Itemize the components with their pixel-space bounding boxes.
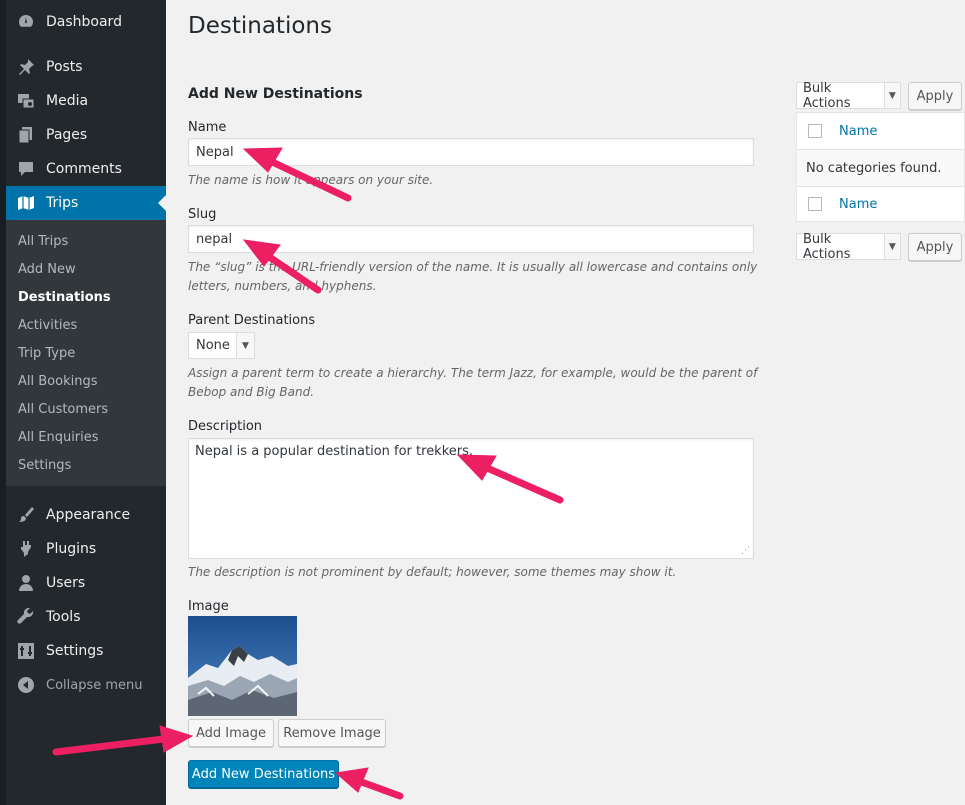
sidebar-item-label: Plugins	[46, 541, 97, 557]
sidebar-item-label: Trips	[46, 195, 79, 211]
chevron-down-icon: ▼	[883, 234, 900, 259]
add-term-heading: Add New Destinations	[188, 86, 363, 102]
submenu-item-all-customers[interactable]: All Customers	[18, 402, 108, 417]
trips-submenu: All Trips Add New Destinations Activitie…	[6, 220, 166, 486]
resize-handle-icon[interactable]: ⋰	[741, 546, 751, 556]
sidebar-item-label: Users	[46, 575, 86, 591]
pages-icon	[16, 125, 36, 145]
sidebar-item-label: Posts	[46, 59, 83, 75]
sidebar-item-comments[interactable]: Comments	[6, 152, 166, 186]
submenu-item-all-bookings[interactable]: All Bookings	[18, 374, 97, 389]
apply-button-top[interactable]: Apply	[908, 82, 962, 110]
brush-icon	[16, 505, 36, 525]
sidebar-item-dashboard[interactable]: Dashboard	[6, 5, 166, 39]
name-label: Name	[188, 120, 227, 135]
page-title: Destinations	[188, 13, 332, 39]
terms-table: Name No categories found. Name	[796, 112, 965, 222]
column-footer-name[interactable]: Name	[839, 197, 877, 212]
bulk-actions-select-top[interactable]: Bulk Actions ▼	[796, 80, 901, 111]
destination-image-thumbnail	[188, 616, 297, 716]
parent-hint: Assign a parent term to create a hierarc…	[188, 366, 758, 399]
bulk-actions-select-bottom[interactable]: Bulk Actions ▼	[796, 231, 901, 262]
empty-row: No categories found.	[797, 150, 964, 186]
sidebar-item-label: Tools	[46, 609, 81, 625]
main-content: Destinations Add New Destinations Name T…	[166, 0, 965, 805]
submenu-item-all-enquiries[interactable]: All Enquiries	[18, 430, 99, 445]
comment-icon	[16, 159, 36, 179]
sidebar-item-trips[interactable]: Trips	[6, 186, 166, 220]
description-textarea[interactable]: Nepal is a popular destination for trekk…	[188, 438, 754, 559]
submenu-item-activities[interactable]: Activities	[18, 318, 77, 333]
submenu-item-settings[interactable]: Settings	[18, 458, 71, 473]
collapse-menu-label: Collapse menu	[46, 677, 143, 693]
chevron-down-icon: ▼	[883, 83, 900, 108]
sidebar-item-label: Dashboard	[46, 14, 122, 30]
select-all-checkbox[interactable]	[808, 124, 822, 138]
image-label: Image	[188, 599, 229, 614]
add-image-button[interactable]: Add Image	[188, 719, 274, 747]
description-label: Description	[188, 419, 263, 434]
sidebar-item-settings[interactable]: Settings	[6, 634, 166, 668]
sidebar-item-label: Appearance	[46, 507, 131, 523]
slug-input[interactable]	[188, 225, 754, 253]
sidebar-item-label: Pages	[46, 127, 88, 143]
empty-message: No categories found.	[806, 160, 942, 176]
map-icon	[16, 193, 36, 213]
slug-hint: The “slug” is the URL-friendly version o…	[188, 260, 758, 293]
remove-image-button[interactable]: Remove Image	[278, 719, 386, 747]
admin-sidebar: Dashboard Posts Media Pages Comments Tri…	[0, 0, 166, 805]
plugin-icon	[16, 539, 36, 559]
chevron-down-icon: ▼	[235, 333, 254, 358]
add-new-destination-button[interactable]: Add New Destinations	[188, 760, 339, 788]
collapse-menu-button[interactable]: Collapse menu	[6, 668, 166, 702]
pin-icon	[16, 57, 36, 77]
select-all-checkbox-footer[interactable]	[808, 197, 822, 211]
sidebar-item-plugins[interactable]: Plugins	[6, 532, 166, 566]
submenu-item-all-trips[interactable]: All Trips	[18, 234, 68, 249]
sidebar-item-label: Settings	[46, 643, 104, 659]
sidebar-item-pages[interactable]: Pages	[6, 118, 166, 152]
settings-icon	[16, 641, 36, 661]
apply-button-bottom[interactable]: Apply	[908, 233, 962, 261]
submenu-item-destinations[interactable]: Destinations	[18, 290, 111, 305]
parent-select[interactable]: None ▼	[188, 332, 255, 359]
sidebar-item-appearance[interactable]: Appearance	[6, 498, 166, 532]
sidebar-item-users[interactable]: Users	[6, 566, 166, 600]
parent-label: Parent Destinations	[188, 313, 316, 328]
dashboard-icon	[16, 12, 36, 32]
bulk-actions-value: Bulk Actions	[803, 231, 851, 262]
table-header-row: Name	[797, 113, 964, 149]
description-hint: The description is not prominent by defa…	[188, 565, 677, 579]
submenu-item-trip-type[interactable]: Trip Type	[18, 346, 75, 361]
slug-label: Slug	[188, 207, 217, 222]
parent-select-value: None	[196, 338, 230, 353]
submenu-item-add-new[interactable]: Add New	[18, 262, 76, 277]
wrench-icon	[16, 607, 36, 627]
sidebar-item-media[interactable]: Media	[6, 84, 166, 118]
bulk-actions-value: Bulk Actions	[803, 80, 851, 111]
column-header-name[interactable]: Name	[839, 124, 877, 139]
collapse-icon	[16, 675, 36, 695]
table-footer-row: Name	[797, 187, 964, 221]
user-icon	[16, 573, 36, 593]
sidebar-item-label: Comments	[46, 161, 122, 177]
media-icon	[16, 91, 36, 111]
sidebar-item-label: Media	[46, 93, 89, 109]
sidebar-item-posts[interactable]: Posts	[6, 50, 166, 84]
name-input[interactable]	[188, 138, 754, 166]
sidebar-item-tools[interactable]: Tools	[6, 600, 166, 634]
name-hint: The name is how it appears on your site.	[188, 173, 434, 187]
